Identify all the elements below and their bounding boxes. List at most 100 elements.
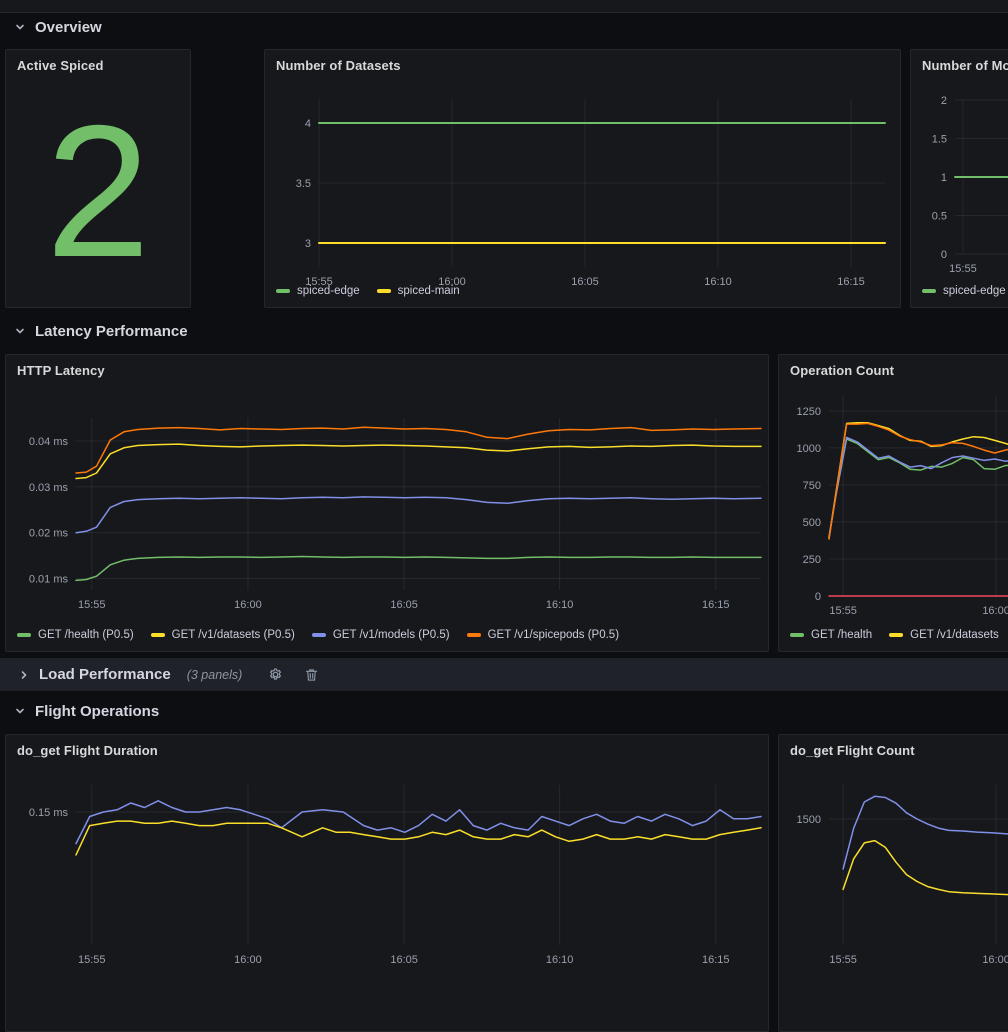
section-title: Flight Operations (35, 703, 159, 720)
svg-text:1000: 1000 (797, 443, 821, 455)
legend-item[interactable]: GET /v1/models (P0.5) (312, 629, 450, 641)
svg-text:4: 4 (305, 118, 311, 130)
svg-text:16:00: 16:00 (982, 954, 1008, 966)
svg-text:0: 0 (815, 591, 821, 603)
flight-count-chart[interactable]: 15:5516:0016:0516:1016:151500 (779, 735, 1008, 1032)
legend-swatch (377, 289, 391, 293)
chevron-down-icon (14, 325, 26, 337)
stat-value: 2 (6, 74, 190, 307)
legend-swatch (922, 289, 936, 293)
legend-item[interactable]: GET /health (790, 629, 872, 641)
svg-text:16:15: 16:15 (702, 599, 730, 611)
panel-operation-count: Operation Count 15:5516:0016:0516:1016:1… (778, 354, 1008, 652)
section-header-flight-operations[interactable]: Flight Operations (14, 700, 159, 722)
legend-label: spiced-edge (943, 285, 1006, 297)
svg-text:3: 3 (305, 238, 311, 250)
svg-text:16:15: 16:15 (837, 276, 865, 288)
svg-text:0.15 ms: 0.15 ms (29, 807, 69, 819)
legend-item[interactable]: spiced-main (377, 285, 460, 297)
panel-number-of-models: Number of Models 15:5516:0016:0516:1016:… (910, 49, 1008, 308)
panels-count-label: (3 panels) (187, 668, 243, 682)
svg-text:0.04 ms: 0.04 ms (29, 436, 69, 448)
chart-legend: GET /health (P0.5) GET /v1/datasets (P0.5… (17, 629, 619, 641)
svg-text:16:00: 16:00 (234, 599, 262, 611)
section-header-latency-performance[interactable]: Latency Performance (14, 320, 188, 342)
section-title: Latency Performance (35, 323, 188, 340)
svg-text:0.02 ms: 0.02 ms (29, 528, 69, 540)
chevron-down-icon (14, 705, 26, 717)
legend-label: GET /v1/datasets (910, 629, 999, 641)
legend-label: spiced-edge (297, 285, 360, 297)
panel-do-get-flight-count: do_get Flight Count 15:5516:0016:0516:10… (778, 734, 1008, 1032)
legend-label: GET /v1/datasets (P0.5) (172, 629, 295, 641)
legend-item[interactable]: GET /v1/datasets (P0.5) (151, 629, 295, 641)
panel-title[interactable]: HTTP Latency (17, 363, 105, 378)
svg-text:15:55: 15:55 (78, 599, 106, 611)
panel-title[interactable]: do_get Flight Duration (17, 743, 158, 758)
operation-count-chart[interactable]: 15:5516:0016:0516:1016:15025050075010001… (779, 355, 1008, 652)
legend-label: GET /health (811, 629, 872, 641)
panel-number-of-datasets: Number of Datasets 15:5516:0016:0516:101… (264, 49, 901, 308)
svg-text:750: 750 (803, 480, 821, 492)
legend-swatch (276, 289, 290, 293)
svg-text:16:00: 16:00 (982, 605, 1008, 617)
chart-legend: GET /healthGET /v1/datasetsGET /v1/model… (790, 629, 1008, 641)
svg-text:2: 2 (941, 95, 947, 107)
svg-text:0.01 ms: 0.01 ms (29, 574, 69, 586)
panel-http-latency: HTTP Latency 15:5516:0016:0516:1016:150.… (5, 354, 769, 652)
svg-text:16:10: 16:10 (546, 599, 574, 611)
svg-text:15:55: 15:55 (829, 954, 857, 966)
legend-label: GET /v1/models (P0.5) (333, 629, 450, 641)
svg-text:1500: 1500 (797, 814, 821, 826)
panel-title[interactable]: Number of Models (922, 58, 1008, 73)
panel-title[interactable]: Operation Count (790, 363, 894, 378)
chevron-down-icon (14, 21, 26, 33)
chart-legend: spiced-edge spiced-main (276, 285, 460, 297)
gear-icon[interactable] (268, 667, 283, 682)
svg-text:16:15: 16:15 (702, 954, 730, 966)
svg-text:15:55: 15:55 (829, 605, 857, 617)
svg-text:16:05: 16:05 (571, 276, 599, 288)
svg-text:15:55: 15:55 (949, 263, 977, 275)
chart-legend: spiced-edge (922, 285, 1006, 297)
panel-active-spiced: Active Spiced 2 (5, 49, 191, 308)
legend-item[interactable]: spiced-edge (922, 285, 1006, 297)
svg-text:250: 250 (803, 554, 821, 566)
legend-label: GET /v1/spicepods (P0.5) (488, 629, 619, 641)
svg-text:1: 1 (941, 172, 947, 184)
datasets-chart[interactable]: 15:5516:0016:0516:1016:1533.54 (265, 50, 901, 308)
panel-title[interactable]: Number of Datasets (276, 58, 401, 73)
legend-item[interactable]: GET /v1/datasets (889, 629, 999, 641)
legend-swatch (312, 633, 326, 637)
svg-text:0.5: 0.5 (932, 211, 947, 223)
svg-text:1.5: 1.5 (932, 134, 947, 146)
legend-swatch (467, 633, 481, 637)
panel-title[interactable]: do_get Flight Count (790, 743, 915, 758)
flight-duration-chart[interactable]: 15:5516:0016:0516:1016:150.15 ms (6, 735, 769, 1032)
svg-text:3.5: 3.5 (296, 178, 311, 190)
svg-text:0.03 ms: 0.03 ms (29, 482, 69, 494)
legend-swatch (889, 633, 903, 637)
svg-text:500: 500 (803, 517, 821, 529)
legend-item[interactable]: GET /health (P0.5) (17, 629, 134, 641)
panel-title[interactable]: Active Spiced (17, 58, 104, 73)
svg-text:1250: 1250 (797, 406, 821, 418)
panel-do-get-flight-duration: do_get Flight Duration 15:5516:0016:0516… (5, 734, 769, 1032)
legend-item[interactable]: spiced-edge (276, 285, 360, 297)
trash-icon[interactable] (305, 668, 318, 682)
legend-item[interactable]: GET /v1/spicepods (P0.5) (467, 629, 619, 641)
svg-text:16:10: 16:10 (546, 954, 574, 966)
chevron-right-icon (18, 669, 30, 681)
svg-text:0: 0 (941, 249, 947, 261)
svg-text:16:00: 16:00 (234, 954, 262, 966)
svg-text:16:10: 16:10 (704, 276, 732, 288)
section-row-load-performance[interactable]: Load Performance (3 panels) (0, 658, 1008, 691)
legend-label: spiced-main (398, 285, 460, 297)
models-chart[interactable]: 15:5516:0016:0516:1016:1500.511.52 (911, 50, 1008, 308)
top-navbar-strip (0, 0, 1008, 13)
http-latency-chart[interactable]: 15:5516:0016:0516:1016:150.01 ms0.02 ms0… (6, 355, 769, 652)
section-title: Load Performance (39, 666, 171, 683)
section-header-overview[interactable]: Overview (14, 16, 102, 38)
svg-text:16:05: 16:05 (390, 954, 418, 966)
legend-swatch (151, 633, 165, 637)
